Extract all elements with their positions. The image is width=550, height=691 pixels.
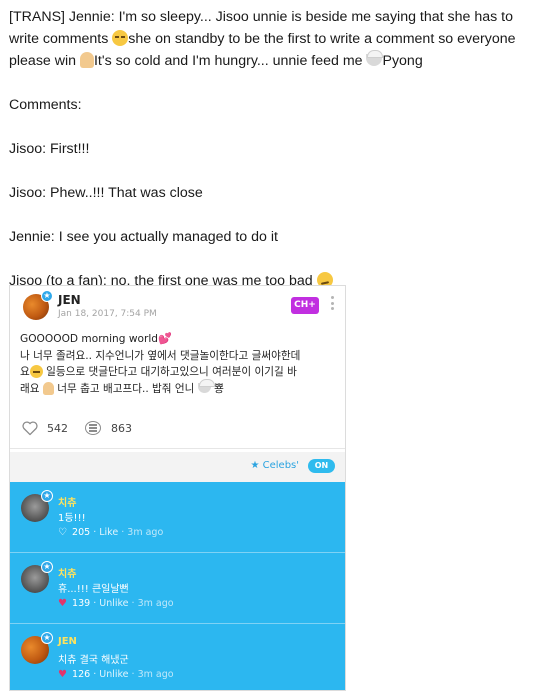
- comment-meta: ♡ 205 · Like · 3m ago: [58, 527, 164, 538]
- heart-outline-icon[interactable]: ♡: [58, 527, 69, 538]
- star-icon: ★: [41, 632, 53, 644]
- comment-time: 3m ago: [137, 598, 174, 609]
- unlike-link[interactable]: Unlike: [99, 598, 128, 609]
- post-header: ★ JEN Jan 18, 2017, 7:54 PM CH+: [10, 286, 345, 330]
- star-icon: ★: [250, 460, 263, 471]
- comment-like-count: 205: [72, 527, 91, 538]
- embedded-app-screenshot: ★ JEN Jan 18, 2017, 7:54 PM CH+ GOOOOOD …: [9, 285, 346, 691]
- star-icon: ★: [41, 561, 53, 573]
- star-icon: ★: [41, 290, 53, 302]
- celebs-filter-bar: ★ Celebs' ON: [10, 452, 345, 482]
- comment-bubble-icon[interactable]: [85, 421, 101, 435]
- sleepy-face-icon: [29, 365, 43, 378]
- comment-text: 1등!!!: [58, 513, 86, 524]
- celebs-toggle[interactable]: ON: [308, 459, 335, 473]
- rice-bowl-icon: [197, 378, 215, 393]
- comment-item: ★ 치츄 휴...!!! 큰일날뻔 ♥ 139 · Unlike · 3m ag…: [10, 553, 345, 623]
- folded-hands-icon: [79, 52, 94, 68]
- divider: [10, 448, 345, 449]
- like-count: 542: [47, 422, 68, 435]
- like-heart-icon[interactable]: [21, 420, 39, 436]
- comment-line-3: Jennie: I see you actually managed to do…: [9, 229, 278, 245]
- post-body: GOOOOOD morning world💕 나 너무 졸려요.. 지수언니가 …: [20, 332, 301, 395]
- comment-meta: ♥ 139 · Unlike · 3m ago: [58, 598, 174, 609]
- rice-bowl-icon: [366, 50, 384, 66]
- heart-filled-icon[interactable]: ♥: [58, 598, 69, 609]
- comment-like-count: 126: [72, 669, 91, 680]
- commenter-name[interactable]: 치츄: [58, 494, 76, 509]
- comment-list: ★ 치츄 1등!!! ♡ 205 · Like · 3m ago ★ 치츄 휴.…: [10, 482, 345, 690]
- more-options-icon[interactable]: [331, 296, 335, 313]
- comment-meta: ♥ 126 · Unlike · 3m ago: [58, 669, 174, 680]
- commenter-name[interactable]: JEN: [58, 636, 77, 647]
- post-stats: 542 863: [10, 412, 345, 442]
- post-intro: [TRANS] Jennie: I'm so sleepy... Jisoo u…: [9, 9, 520, 69]
- celebs-filter-label[interactable]: ★ Celebs': [250, 460, 299, 471]
- like-link[interactable]: Like: [99, 527, 118, 538]
- unlike-link[interactable]: Unlike: [99, 669, 128, 680]
- comment-time: 3m ago: [127, 527, 164, 538]
- author-name[interactable]: JEN: [58, 293, 81, 307]
- commenter-name[interactable]: 치츄: [58, 565, 76, 580]
- comment-line-2: Jisoo: Phew..!!! That was close: [9, 185, 203, 201]
- folded-hands-icon: [42, 381, 54, 395]
- comment-count: 863: [111, 422, 132, 435]
- sleepy-face-icon: [112, 30, 129, 46]
- heart-filled-icon[interactable]: ♥: [58, 669, 69, 680]
- ch-plus-badge[interactable]: CH+: [291, 297, 319, 314]
- comment-item: ★ 치츄 1등!!! ♡ 205 · Like · 3m ago: [10, 482, 345, 552]
- heart-icon: 💕: [158, 332, 172, 345]
- star-icon: ★: [41, 490, 53, 502]
- comment-line-1: Jisoo: First!!!: [9, 141, 90, 157]
- comment-text: 휴...!!! 큰일날뻔: [58, 584, 129, 595]
- translation-post: [TRANS] Jennie: I'm so sleepy... Jisoo u…: [9, 6, 541, 292]
- comment-like-count: 139: [72, 598, 91, 609]
- comment-item: ★ JEN 치츄 결국 해냈군 ♥ 126 · Unlike · 3m ago: [10, 624, 345, 690]
- comments-heading: Comments:: [9, 97, 82, 113]
- comment-time: 3m ago: [137, 669, 174, 680]
- post-date: Jan 18, 2017, 7:54 PM: [58, 309, 157, 319]
- comment-text: 치츄 결국 해냈군: [58, 655, 129, 666]
